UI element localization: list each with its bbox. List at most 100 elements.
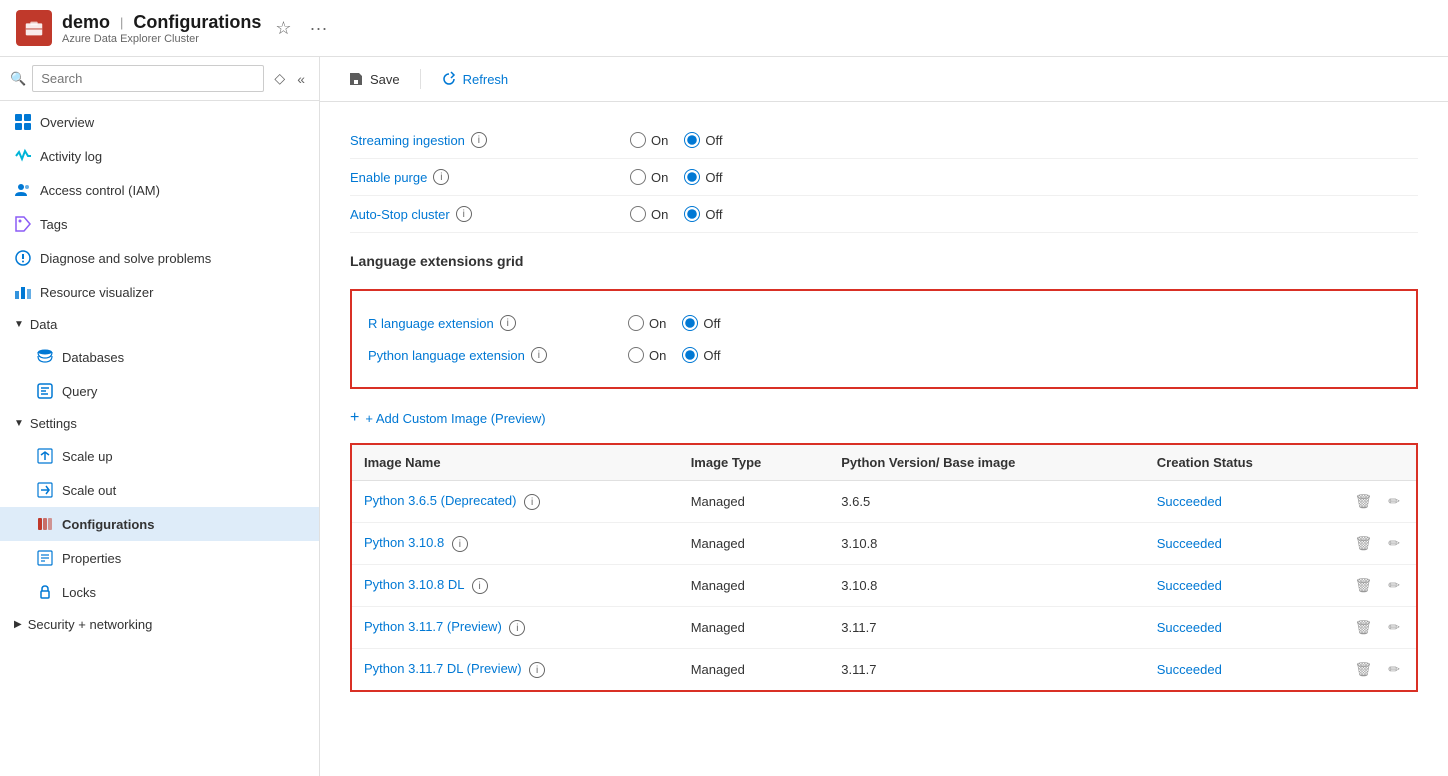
sidebar-item-configurations[interactable]: Configurations	[0, 507, 319, 541]
tags-icon	[14, 215, 32, 233]
auto-stop-on[interactable]: On	[630, 206, 668, 222]
favorite-button[interactable]: ☆	[271, 16, 295, 41]
table-row: Python 3.11.7 DL (Preview) i Managed 3.1…	[352, 649, 1416, 691]
delete-row-button[interactable]: 🗑	[1350, 533, 1376, 554]
pylang-on-radio[interactable]	[628, 347, 644, 363]
cell-creation-status: Succeeded	[1145, 481, 1336, 523]
edit-row-button[interactable]: ✏	[1384, 575, 1404, 596]
sidebar-item-tags[interactable]: Tags	[0, 207, 319, 241]
auto-stop-info[interactable]: i	[456, 206, 472, 222]
sidebar-item-activity-log[interactable]: Activity log	[0, 139, 319, 173]
more-button[interactable]: ···	[306, 16, 332, 41]
sidebar-item-scale-out[interactable]: Scale out	[0, 473, 319, 507]
col-image-name: Image Name	[352, 445, 679, 481]
collapse-icon[interactable]: «	[293, 68, 309, 89]
sidebar-icon-group: ◇ «	[270, 68, 309, 89]
pylang-off-radio[interactable]	[682, 347, 698, 363]
edit-row-button[interactable]: ✏	[1384, 533, 1404, 554]
enable-purge-on[interactable]: On	[630, 169, 668, 185]
edit-row-button[interactable]: ✏	[1384, 491, 1404, 512]
python-language-off[interactable]: Off	[682, 347, 720, 363]
cell-image-type: Managed	[679, 565, 830, 607]
sidebar-item-diagnose[interactable]: Diagnose and solve problems	[0, 241, 319, 275]
auto-stop-off[interactable]: Off	[684, 206, 722, 222]
page-title: Configurations	[133, 12, 261, 33]
sidebar-item-label: Locks	[62, 585, 96, 600]
row-info-icon[interactable]: i	[452, 536, 468, 552]
main-layout: 🔍 ◇ « Overview Activity log	[0, 57, 1448, 776]
delete-row-button[interactable]: 🗑	[1350, 617, 1376, 638]
row-info-icon[interactable]: i	[524, 494, 540, 510]
sidebar-item-label: Tags	[40, 217, 67, 232]
language-extensions-box: R language extension i On Off	[350, 289, 1418, 389]
streaming-ingestion-off[interactable]: Off	[684, 132, 722, 148]
purge-off-radio[interactable]	[684, 169, 700, 185]
sidebar-item-properties[interactable]: Properties	[0, 541, 319, 575]
python-language-options: On Off	[628, 347, 720, 363]
enable-purge-info[interactable]: i	[433, 169, 449, 185]
save-icon	[348, 71, 364, 87]
search-input[interactable]	[32, 65, 264, 92]
sidebar-item-access-control[interactable]: Access control (IAM)	[0, 173, 319, 207]
python-language-info[interactable]: i	[531, 347, 547, 363]
streaming-off-radio[interactable]	[684, 132, 700, 148]
streaming-ingestion-info[interactable]: i	[471, 132, 487, 148]
cell-actions: 🗑 ✏	[1336, 523, 1416, 565]
edit-row-button[interactable]: ✏	[1384, 659, 1404, 680]
sidebar-item-overview[interactable]: Overview	[0, 105, 319, 139]
rlang-on-radio[interactable]	[628, 315, 644, 331]
r-language-off[interactable]: Off	[682, 315, 720, 331]
r-language-info[interactable]: i	[500, 315, 516, 331]
sidebar-item-query[interactable]: Query	[0, 374, 319, 408]
delete-row-button[interactable]: 🗑	[1350, 491, 1376, 512]
sidebar-group-data[interactable]: ▼ Data	[0, 309, 319, 340]
r-language-on[interactable]: On	[628, 315, 666, 331]
add-custom-image-button[interactable]: + + Add Custom Image (Preview)	[350, 405, 1418, 431]
sidebar-item-label: Activity log	[40, 149, 102, 164]
row-info-icon[interactable]: i	[472, 578, 488, 594]
databases-icon	[36, 348, 54, 366]
cell-image-type: Managed	[679, 481, 830, 523]
python-language-label: Python language extension i	[368, 347, 628, 363]
chevron-right-icon: ▶	[14, 619, 22, 630]
sidebar-item-databases[interactable]: Databases	[0, 340, 319, 374]
delete-row-button[interactable]: 🗑	[1350, 659, 1376, 680]
auto-stop-label: Auto-Stop cluster i	[350, 206, 630, 222]
delete-row-button[interactable]: 🗑	[1350, 575, 1376, 596]
sidebar-item-label: Databases	[62, 350, 124, 365]
expand-icon[interactable]: ◇	[270, 68, 289, 89]
row-info-icon[interactable]: i	[529, 662, 545, 678]
cell-image-name: Python 3.11.7 DL (Preview) i	[352, 649, 679, 691]
rlang-off-radio[interactable]	[682, 315, 698, 331]
auto-stop-options: On Off	[630, 206, 722, 222]
table-row: Python 3.10.8 DL i Managed 3.10.8 Succee…	[352, 565, 1416, 607]
sidebar-group-settings[interactable]: ▼ Settings	[0, 408, 319, 439]
iam-icon	[14, 181, 32, 199]
briefcase-icon	[23, 17, 45, 39]
refresh-button[interactable]: Refresh	[433, 67, 517, 91]
sidebar-item-locks[interactable]: Locks	[0, 575, 319, 609]
autostop-on-radio[interactable]	[630, 206, 646, 222]
edit-row-button[interactable]: ✏	[1384, 617, 1404, 638]
enable-purge-off[interactable]: Off	[684, 169, 722, 185]
cell-image-name: Python 3.10.8 DL i	[352, 565, 679, 607]
resource-icon	[16, 10, 52, 46]
streaming-ingestion-row: Streaming ingestion i On Off	[350, 122, 1418, 159]
purge-on-radio[interactable]	[630, 169, 646, 185]
save-button[interactable]: Save	[340, 67, 408, 91]
enable-purge-row: Enable purge i On Off	[350, 159, 1418, 196]
sidebar-item-resource-visualizer[interactable]: Resource visualizer	[0, 275, 319, 309]
query-icon	[36, 382, 54, 400]
sidebar-group-security[interactable]: ▶ Security + networking	[0, 609, 319, 640]
row-info-icon[interactable]: i	[509, 620, 525, 636]
cell-creation-status: Succeeded	[1145, 649, 1336, 691]
cell-creation-status: Succeeded	[1145, 523, 1336, 565]
cell-image-name: Python 3.11.7 (Preview) i	[352, 607, 679, 649]
streaming-on-radio[interactable]	[630, 132, 646, 148]
autostop-off-radio[interactable]	[684, 206, 700, 222]
streaming-ingestion-on[interactable]: On	[630, 132, 668, 148]
sidebar-item-scale-up[interactable]: Scale up	[0, 439, 319, 473]
r-language-label: R language extension i	[368, 315, 628, 331]
row-action-group: 🗑 ✏	[1348, 533, 1404, 554]
python-language-on[interactable]: On	[628, 347, 666, 363]
